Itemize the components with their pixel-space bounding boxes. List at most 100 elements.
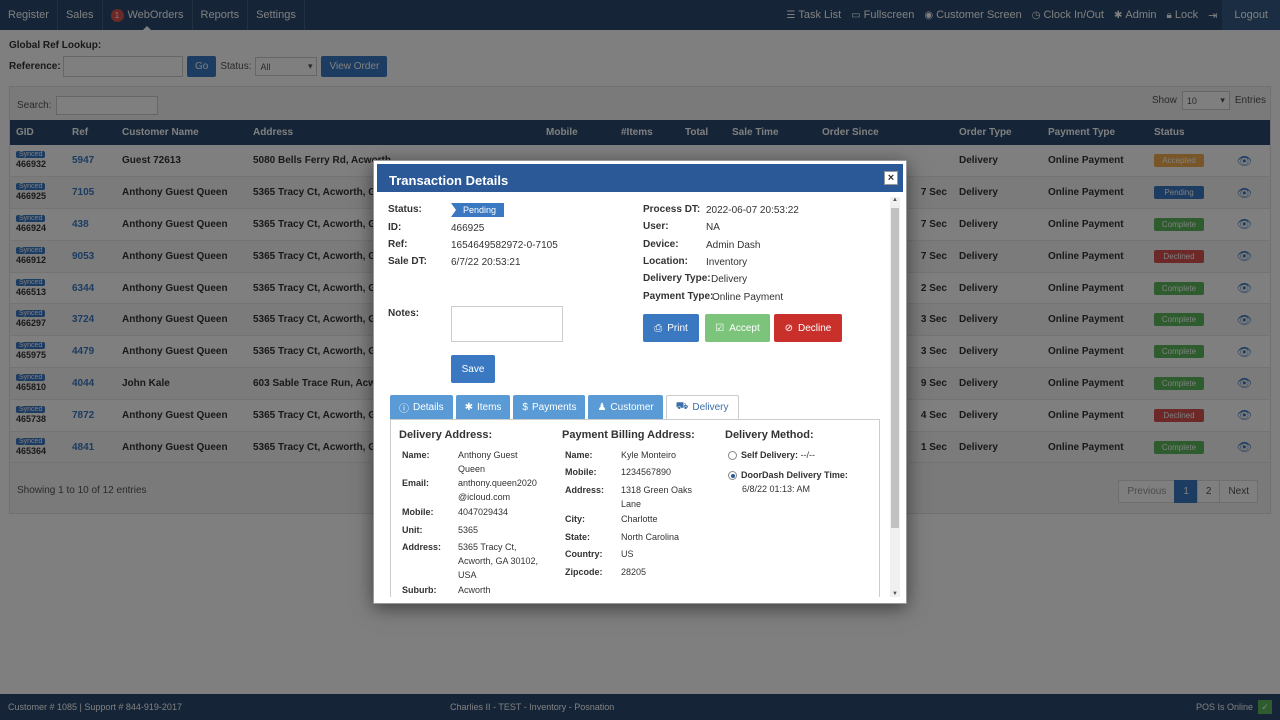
doordash-delivery-option[interactable]: DoorDash Delivery Time: — [728, 468, 848, 482]
print-button[interactable]: ⎙ Print — [643, 314, 699, 342]
sale-dt-value: 6/7/22 20:53:21 — [451, 257, 521, 268]
status-badge: Pending — [451, 203, 505, 217]
decline-button[interactable]: ⊘ Decline — [774, 314, 842, 342]
delivery-unit-label: Unit: — [402, 525, 423, 535]
id-value: 466925 — [451, 223, 485, 234]
delivery-mobile-value: 4047029434 — [458, 507, 509, 517]
scrollbar-thumb[interactable] — [891, 208, 899, 528]
close-icon: × — [887, 172, 895, 184]
delivery-type-field-label: Delivery Type: — [643, 273, 711, 284]
info-icon: ⓘ — [399, 403, 409, 415]
ref-label: Ref: — [388, 239, 407, 250]
tab-details-label: Details — [413, 401, 444, 413]
tab-payments[interactable]: $ Payments — [513, 395, 586, 419]
billing-state-label: State: — [565, 532, 591, 542]
delivery-address-value-2: Acworth, GA 30102, — [458, 556, 539, 566]
truck-icon: ⛟ — [675, 400, 689, 412]
billing-name-label: Name: — [565, 450, 593, 460]
delivery-suburb-value: Acworth — [458, 585, 491, 595]
accept-label: Accept — [729, 322, 760, 334]
id-label: ID: — [388, 222, 401, 233]
process-dt-label: Process DT: — [643, 204, 700, 215]
transaction-details-modal: Transaction Details × Status: Pending ID… — [373, 160, 907, 604]
status-field: Status: — [388, 204, 422, 215]
user-label: User: — [643, 221, 669, 232]
doordash-delivery-radio[interactable] — [728, 471, 737, 481]
tab-items-label: Items — [476, 401, 502, 413]
device-field-label: Device: — [643, 239, 679, 250]
self-delivery-value: --/-- — [800, 450, 816, 460]
save-label: Save — [461, 363, 485, 375]
detail-tabs: ⓘ Details ✱ Items $ Payments ♟ Customer ⛟ Del… — [390, 395, 739, 419]
delivery-mobile-label: Mobile: — [402, 507, 434, 517]
print-label: Print — [667, 322, 688, 334]
decline-label: Decline — [798, 322, 832, 334]
tab-customer-label: Customer — [610, 401, 654, 413]
user-field-label: User: — [643, 221, 669, 232]
tab-payments-label: Payments — [531, 401, 577, 413]
close-button[interactable]: × — [884, 171, 898, 185]
delivery-address-value-3: USA — [458, 570, 477, 580]
location-field-label: Location: — [643, 256, 688, 267]
tab-delivery[interactable]: ⛟ Delivery — [665, 395, 739, 419]
delivery-address-label: Address: — [402, 542, 442, 552]
billing-address-label: Address: — [565, 485, 605, 495]
self-delivery-option[interactable]: Self Delivery: --/-- — [728, 448, 815, 462]
delivery-name-label: Name: — [402, 450, 430, 460]
delivery-address-value-1: 5365 Tracy Ct, — [458, 542, 517, 552]
delivery-name-value-1: Anthony Guest — [458, 450, 518, 460]
scroll-up-icon[interactable]: ▲ — [890, 197, 900, 203]
delivery-type-value: Delivery — [711, 274, 748, 285]
user-icon: ♟ — [597, 401, 607, 413]
status-field-value-wrap: Pending — [451, 203, 505, 217]
notes-textarea[interactable] — [451, 306, 563, 342]
payment-type-value: Online Payment — [712, 292, 784, 303]
payment-type-field-label: Payment Type: — [643, 291, 714, 302]
billing-address-value-2: Lane — [621, 499, 642, 509]
id-field-label: ID: — [388, 222, 402, 233]
process-dt-field-label: Process DT: — [643, 204, 701, 215]
delivery-tab-pane: Delivery Address: Name: Anthony Guest Qu… — [390, 419, 880, 597]
location-label: Location: — [643, 256, 688, 267]
delivery-name-value-2: Queen — [458, 464, 486, 474]
billing-mobile-label: Mobile: — [565, 467, 597, 477]
sale-dt-field-label: Sale DT: — [388, 256, 427, 267]
billing-country-value: US — [621, 549, 634, 559]
billing-city-value: Charlotte — [621, 514, 658, 524]
delivery-suburb-label: Suburb: — [402, 585, 437, 595]
status-field-label: Status: — [388, 204, 422, 215]
delivery-unit-value: 5365 — [458, 525, 479, 535]
sale-dt-label: Sale DT: — [388, 256, 427, 267]
check-square-icon: ☑ — [715, 322, 725, 334]
billing-state-value: North Carolina — [621, 532, 680, 542]
billing-name-value: Kyle Monteiro — [621, 450, 677, 460]
device-label: Device: — [643, 239, 679, 250]
process-dt-value: 2022-06-07 20:53:22 — [706, 205, 799, 216]
delivery-email-value-1: anthony.queen2020 — [458, 478, 537, 488]
tab-items[interactable]: ✱ Items — [455, 395, 511, 419]
billing-mobile-value: 1234567890 — [621, 467, 672, 477]
tab-customer[interactable]: ♟ Customer — [588, 395, 663, 419]
doordash-delivery-label: DoorDash Delivery Time: — [741, 470, 848, 480]
ban-icon: ⊘ — [784, 322, 794, 334]
dollar-icon: $ — [522, 401, 528, 413]
accept-button[interactable]: ☑ Accept — [705, 314, 770, 342]
self-delivery-radio[interactable] — [728, 451, 737, 461]
notes-label: Notes: — [388, 308, 419, 319]
scroll-down-icon[interactable]: ▼ — [890, 591, 900, 597]
modal-title: Transaction Details — [389, 173, 509, 188]
billing-zip-label: Zipcode: — [565, 567, 603, 577]
billing-zip-value: 28205 — [621, 567, 647, 577]
tab-details[interactable]: ⓘ Details — [390, 395, 453, 419]
billing-address-title: Payment Billing Address: — [562, 429, 695, 441]
delivery-type-label: Delivery Type: — [643, 273, 711, 284]
ref-field-label: Ref: — [388, 239, 408, 250]
modal-scrollbar[interactable]: ▲ ▼ — [890, 197, 900, 597]
location-value: Inventory — [706, 257, 748, 268]
gear-icon: ✱ — [464, 401, 473, 413]
save-button[interactable]: Save — [451, 355, 495, 383]
delivery-email-value-2: @icloud.com — [458, 492, 511, 502]
doordash-delivery-time: 6/8/22 01:13: AM — [742, 484, 811, 494]
delivery-email-label: Email: — [402, 478, 430, 488]
billing-city-label: City: — [565, 514, 585, 524]
